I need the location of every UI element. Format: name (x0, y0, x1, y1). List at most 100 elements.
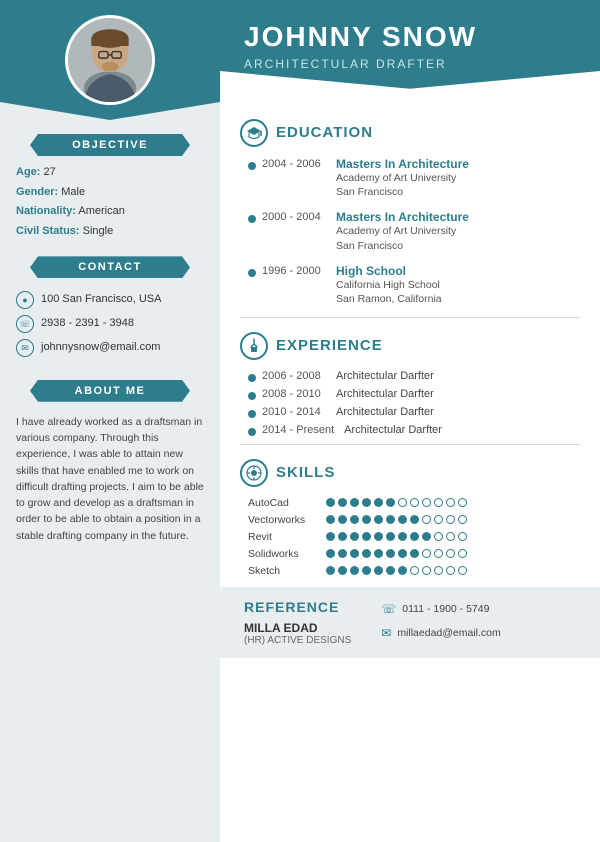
edu-degree-0: Masters In Architecture (336, 157, 580, 171)
email-icon: ✉ (16, 339, 34, 357)
skill-dot-1-4 (374, 515, 383, 524)
skill-dot-0-2 (350, 498, 359, 507)
skill-dot-2-9 (434, 532, 443, 541)
exp-year-1: 2008 - 2010 (248, 388, 326, 400)
skill-dot-4-10 (446, 566, 455, 575)
skill-dot-4-5 (386, 566, 395, 575)
phone-icon: ☏ (16, 315, 34, 333)
dot-icon (248, 374, 256, 382)
skill-dot-3-5 (386, 549, 395, 558)
skill-dot-3-8 (422, 549, 431, 558)
skill-dot-4-3 (362, 566, 371, 575)
skill-dot-1-0 (326, 515, 335, 524)
skill-dot-4-4 (374, 566, 383, 575)
ref-left: REFERENCE MILLA EDAD (HR) ACTIVE DESIGNS (244, 599, 351, 646)
edu-item-0: 2004 - 2006 Masters In Architecture Acad… (240, 157, 580, 200)
skill-dot-4-9 (434, 566, 443, 575)
age-label: Age: (16, 166, 40, 178)
skill-dot-3-0 (326, 549, 335, 558)
about-block: I have already worked as a draftsman in … (0, 410, 220, 548)
ref-email: millaedad@email.com (397, 624, 500, 643)
skill-name-3: Solidworks (248, 548, 320, 560)
dot-icon (248, 215, 256, 223)
exp-role-3: Architectular Darfter (344, 424, 442, 436)
exp-item-3: 2014 - Present Architectular Darfter (240, 424, 580, 436)
skill-dot-4-6 (398, 566, 407, 575)
ref-phone-icon: ☏ (381, 599, 396, 621)
contact-label: CONTACT (30, 256, 190, 278)
edu-details-0: Masters In Architecture Academy of Art U… (336, 157, 580, 200)
exp-role-2: Architectular Darfter (336, 406, 434, 418)
civil-value: Single (83, 225, 114, 237)
resume-container: OBJECTIVE Age: 27 Gender: Male Nationali… (0, 0, 600, 842)
skill-dot-3-7 (410, 549, 419, 558)
dot-icon (248, 162, 256, 170)
divider-1 (240, 317, 580, 318)
civil-field: Civil Status: Single (16, 223, 204, 241)
skill-dot-0-3 (362, 498, 371, 507)
dot-icon (248, 428, 256, 436)
education-icon (240, 119, 268, 147)
exp-year-3: 2014 - Present (248, 424, 334, 436)
skill-dot-4-8 (422, 566, 431, 575)
skill-dot-1-2 (350, 515, 359, 524)
exp-year-0: 2006 - 2008 (248, 370, 326, 382)
skill-dot-1-8 (422, 515, 431, 524)
ref-company: (HR) ACTIVE DESIGNS (244, 635, 351, 646)
nationality-label: Nationality: (16, 205, 76, 217)
education-label: EDUCATION (276, 124, 373, 141)
reference-block: REFERENCE MILLA EDAD (HR) ACTIVE DESIGNS… (220, 587, 600, 658)
phone-item: ☏ 2938 - 2391 - 3948 (16, 314, 204, 334)
skill-dot-1-9 (434, 515, 443, 524)
skills-section-title: SKILLS (240, 459, 580, 487)
skill-dot-2-10 (446, 532, 455, 541)
education-list: 2004 - 2006 Masters In Architecture Acad… (240, 157, 580, 307)
skill-dot-2-6 (398, 532, 407, 541)
nationality-value: American (78, 205, 124, 217)
edu-details-1: Masters In Architecture Academy of Art U… (336, 210, 580, 253)
edu-year-1: 2000 - 2004 (248, 210, 326, 253)
skill-dot-4-2 (350, 566, 359, 575)
skill-dot-0-11 (458, 498, 467, 507)
edu-item-2: 1996 - 2000 High School California High … (240, 264, 580, 307)
exp-item-2: 2010 - 2014 Architectular Darfter (240, 406, 580, 418)
skill-dot-3-3 (362, 549, 371, 558)
skill-dot-2-2 (350, 532, 359, 541)
skill-dot-2-8 (422, 532, 431, 541)
age-field: Age: 27 (16, 164, 204, 182)
skills-icon (240, 459, 268, 487)
skill-dots-1 (326, 515, 467, 524)
edu-school-0: Academy of Art University San Francisco (336, 171, 580, 200)
skill-name-0: AutoCad (248, 497, 320, 509)
edu-year-2: 1996 - 2000 (248, 264, 326, 307)
candidate-title: ARCHITECTULAR DRAFTER (244, 57, 576, 71)
skill-dot-0-10 (446, 498, 455, 507)
objective-block: Age: 27 Gender: Male Nationality: Americ… (0, 164, 220, 242)
experience-section-title: EXPERIENCE (240, 332, 580, 360)
ref-email-icon: ✉ (381, 623, 391, 645)
dot-icon (248, 392, 256, 400)
dot-icon (248, 269, 256, 277)
ref-phone-item: ☏ 0111 - 1900 - 5749 (381, 599, 501, 621)
skill-name-4: Sketch (248, 565, 320, 577)
skills-list: AutoCadVectorworksRevitSolidworksSketch (240, 497, 580, 577)
about-label: ABOUT ME (30, 380, 190, 402)
skill-dot-4-0 (326, 566, 335, 575)
experience-icon (240, 332, 268, 360)
edu-school-2: California High School San Ramon, Califo… (336, 278, 580, 307)
dot-icon (248, 410, 256, 418)
age-value: 27 (44, 166, 56, 178)
skill-row-4: Sketch (248, 565, 580, 577)
divider-2 (240, 444, 580, 445)
edu-item-1: 2000 - 2004 Masters In Architecture Acad… (240, 210, 580, 253)
skill-dot-3-2 (350, 549, 359, 558)
email-item: ✉ johnnysnow@email.com (16, 338, 204, 358)
main-content: JOHNNY SNOW ARCHITECTULAR DRAFTER EDUCAT… (220, 0, 600, 842)
skill-dot-3-1 (338, 549, 347, 558)
skill-dot-1-5 (386, 515, 395, 524)
skill-row-3: Solidworks (248, 548, 580, 560)
skill-row-0: AutoCad (248, 497, 580, 509)
contact-block: ● 100 San Francisco, USA ☏ 2938 - 2391 -… (0, 286, 220, 365)
address-item: ● 100 San Francisco, USA (16, 290, 204, 310)
skill-dot-2-11 (458, 532, 467, 541)
